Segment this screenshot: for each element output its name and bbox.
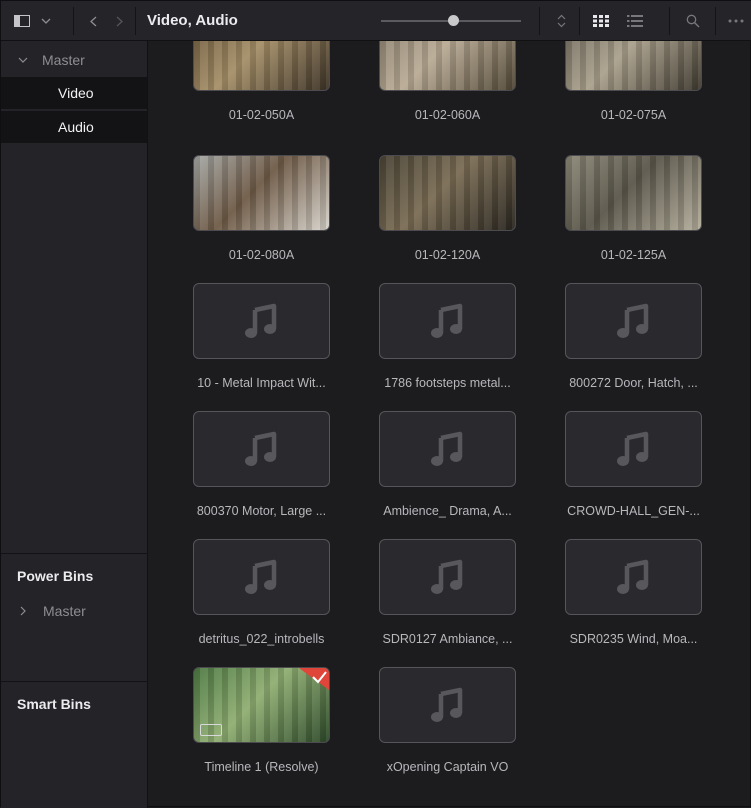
toolbar-divider <box>73 7 74 35</box>
clip-thumbnail[interactable] <box>193 41 330 91</box>
master-bin-label: Master <box>42 52 85 68</box>
audio-thumbnail[interactable] <box>379 539 516 615</box>
music-note-icon <box>242 302 282 342</box>
clip-name: xOpening Captain VO <box>386 760 509 774</box>
chevron-right-icon[interactable] <box>20 606 30 616</box>
audio-thumbnail[interactable] <box>193 411 330 487</box>
frame-image <box>566 156 701 230</box>
frame-image <box>380 41 515 90</box>
clip-name: Timeline 1 (Resolve) <box>204 760 319 774</box>
toolbar-divider <box>539 7 540 35</box>
check-icon <box>293 668 329 690</box>
frame-image <box>566 41 701 90</box>
chevron-down-icon[interactable] <box>18 57 32 63</box>
section-divider <box>1 681 147 683</box>
music-note-icon <box>428 430 468 470</box>
clip-name: 800272 Door, Hatch, ... <box>569 376 698 390</box>
clip-name: 1786 footsteps metal... <box>384 376 511 390</box>
more-options-icon[interactable] <box>725 1 747 41</box>
clip-thumbnail[interactable] <box>193 667 330 743</box>
timeline-icon <box>200 724 222 736</box>
toolbar-divider <box>135 7 136 35</box>
music-note-icon <box>614 302 654 342</box>
toolbar-divider <box>669 7 670 35</box>
clip-thumbnail[interactable] <box>379 155 516 231</box>
music-note-icon <box>242 430 282 470</box>
panel-toggle-icon[interactable] <box>11 1 33 41</box>
bin-list-sidebar: Master Video Audio Power Bins Master Sma… <box>1 41 148 808</box>
audio-thumbnail[interactable] <box>379 667 516 743</box>
toolbar: Video, Audio <box>1 1 751 41</box>
clip-name: 01-02-075A <box>600 108 667 122</box>
toolbar-divider <box>715 7 716 35</box>
frame-image <box>194 41 329 90</box>
search-icon[interactable] <box>683 1 703 41</box>
sidebar-item-video[interactable]: Video <box>1 77 147 109</box>
power-master-label: Master <box>43 603 86 619</box>
frame-image <box>380 156 515 230</box>
forward-icon[interactable] <box>109 1 129 41</box>
audio-thumbnail[interactable] <box>565 283 702 359</box>
power-bin-master[interactable]: Master <box>1 595 147 627</box>
smart-bins-header: Smart Bins <box>17 696 91 712</box>
clip-name: 10 - Metal Impact Wit... <box>197 376 326 390</box>
frame-image <box>194 156 329 230</box>
music-note-icon <box>614 558 654 598</box>
clip-name: 01-02-050A <box>228 108 295 122</box>
media-pool-window: Video, Audio Master Video Audio Power Bi… <box>0 0 751 808</box>
list-view-icon[interactable] <box>625 1 645 41</box>
music-note-icon <box>428 686 468 726</box>
music-note-icon <box>614 430 654 470</box>
master-bin[interactable]: Master <box>1 44 147 76</box>
audio-thumbnail[interactable] <box>193 283 330 359</box>
music-note-icon <box>428 558 468 598</box>
clip-name: 800370 Motor, Large ... <box>196 504 327 518</box>
audio-thumbnail[interactable] <box>565 539 702 615</box>
sidebar-toggle-group <box>11 1 59 41</box>
clip-name: 01-02-060A <box>414 108 481 122</box>
zoom-slider-thumb[interactable] <box>448 15 459 26</box>
clip-name: CROWD-HALL_GEN-... <box>567 504 700 518</box>
sidebar-item-audio[interactable]: Audio <box>1 111 147 143</box>
music-note-icon <box>428 302 468 342</box>
clip-thumbnail[interactable] <box>565 41 702 91</box>
clip-name: SDR0235 Wind, Moa... <box>569 632 698 646</box>
toolbar-divider <box>579 7 580 35</box>
clip-name: SDR0127 Ambiance, ... <box>382 632 513 646</box>
bin-title: Video, Audio <box>147 12 238 29</box>
clip-name: detritus_022_introbells <box>198 632 325 646</box>
clip-thumbnail[interactable] <box>565 155 702 231</box>
sort-icon[interactable] <box>553 1 569 41</box>
clip-name: 01-02-120A <box>414 248 481 262</box>
power-bins-header: Power Bins <box>17 568 94 584</box>
music-note-icon <box>242 558 282 598</box>
clip-name: Ambience_ Drama, A... <box>383 504 512 518</box>
clip-thumbnail[interactable] <box>379 41 516 91</box>
audio-thumbnail[interactable] <box>379 411 516 487</box>
sidebar-item-label: Audio <box>58 119 94 135</box>
section-divider <box>1 553 147 555</box>
audio-thumbnail[interactable] <box>193 539 330 615</box>
chevron-down-icon[interactable] <box>33 1 59 41</box>
clip-name: 01-02-125A <box>600 248 667 262</box>
back-icon[interactable] <box>83 1 103 41</box>
grid-view-icon[interactable] <box>591 1 611 41</box>
clip-thumbnail[interactable] <box>193 155 330 231</box>
audio-thumbnail[interactable] <box>565 411 702 487</box>
clip-name: 01-02-080A <box>228 248 295 262</box>
clip-grid: 01-02-050A 01-02-060A 01-02-075A 01-02-080A… <box>148 41 751 808</box>
audio-thumbnail[interactable] <box>379 283 516 359</box>
sidebar-item-label: Video <box>58 85 94 101</box>
